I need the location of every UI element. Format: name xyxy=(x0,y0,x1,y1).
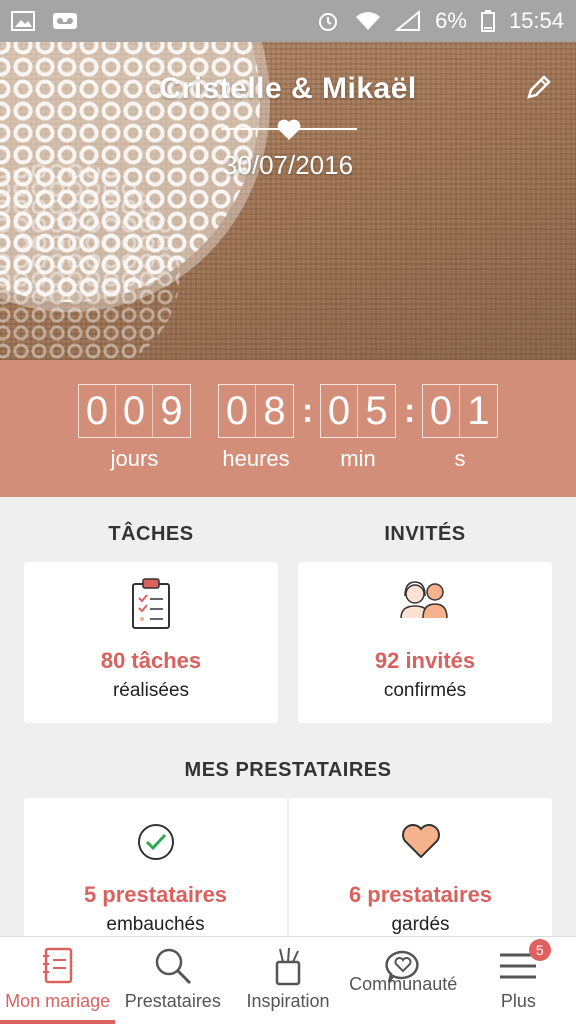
hours-digit-1: 0 xyxy=(219,385,256,437)
notification-badge: 5 xyxy=(528,939,551,961)
days-digit-2: 0 xyxy=(116,385,153,437)
nav-label: Plus xyxy=(500,991,536,1011)
nav-prestataires[interactable]: Prestataires xyxy=(115,937,230,1024)
minutes-digit-2: 5 xyxy=(365,388,388,433)
tasks-card[interactable]: 80 tâches réalisées xyxy=(24,562,278,723)
nav-label: Prestataires xyxy=(124,991,221,1011)
minutes-digits: 0 5 xyxy=(320,384,396,438)
guests-subtitle: confirmés xyxy=(383,680,467,701)
seconds-label: s xyxy=(454,446,466,471)
battery-percent: 6% xyxy=(435,8,467,33)
saved-vendors-count: 6 prestataires xyxy=(348,882,493,907)
wedding-header: Cristelle & Mikaël 30/07/2016 xyxy=(0,42,576,360)
voicemail-icon xyxy=(53,13,77,29)
guests-couple-icon xyxy=(400,581,448,619)
battery-icon xyxy=(480,10,495,32)
days-digit-3: 9 xyxy=(160,388,183,433)
tasks-heading: TÂCHES xyxy=(108,523,194,545)
colon-separator: : xyxy=(302,392,314,430)
clipboard-icon xyxy=(132,578,170,629)
hours-digit-2: 8 xyxy=(263,388,286,433)
hired-vendors-card[interactable]: 5 prestataires embauchés xyxy=(24,798,287,948)
search-icon xyxy=(153,945,193,987)
colon-separator: : xyxy=(404,392,416,430)
vendors-heading: MES PRESTATAIRES xyxy=(184,759,392,781)
signal-icon xyxy=(395,10,421,31)
seconds-digit-2: 1 xyxy=(467,388,490,433)
saved-vendors-subtitle: gardés xyxy=(391,914,450,935)
saved-vendors-card[interactable]: 6 prestataires gardés xyxy=(289,798,552,948)
nav-label: Communauté xyxy=(349,974,458,994)
bottom-navigation: Mon mariage Prestataires Inspiration Com… xyxy=(0,936,576,1024)
nav-label: Mon mariage xyxy=(5,991,111,1011)
edit-pencil-icon[interactable] xyxy=(524,72,554,102)
days-label: jours xyxy=(110,446,159,471)
checkmark-icon xyxy=(137,824,174,860)
heart-saved-icon xyxy=(401,824,440,859)
seconds-digit-1: 0 xyxy=(423,385,460,437)
seconds-digits: 0 1 xyxy=(422,384,498,438)
nav-plus[interactable]: 5 Plus xyxy=(461,937,576,1024)
tasks-count: 80 tâches xyxy=(100,648,202,673)
gallery-icon xyxy=(11,11,35,31)
guests-heading: INVITÉS xyxy=(384,523,466,545)
alarm-icon xyxy=(319,13,338,31)
hired-vendors-count: 5 prestataires xyxy=(83,882,228,907)
countdown-panel: 0 0 9 0 8 : 0 5 : 0 1 jours heures min s xyxy=(0,360,576,497)
nav-communaute[interactable]: Communauté xyxy=(346,937,461,1024)
minutes-digit-1: 0 xyxy=(321,385,358,437)
status-bar: 6% 15:54 xyxy=(0,0,576,42)
heart-icon xyxy=(277,119,301,140)
nav-mon-mariage[interactable]: Mon mariage xyxy=(0,937,116,1024)
nav-label: Inspiration xyxy=(246,991,330,1011)
days-digit-1: 0 xyxy=(79,385,116,437)
days-digits: 0 0 9 xyxy=(78,384,191,438)
notebook-icon xyxy=(41,945,75,987)
wifi-icon xyxy=(356,12,381,30)
minutes-label: min xyxy=(340,446,376,471)
hired-vendors-subtitle: embauchés xyxy=(106,914,205,935)
wedding-date: 30/07/2016 xyxy=(222,150,354,180)
guests-count: 92 invités xyxy=(374,648,476,673)
couple-names: Cristelle & Mikaël xyxy=(159,72,417,105)
clock: 15:54 xyxy=(508,8,564,33)
paint-cup-icon xyxy=(271,945,305,987)
nav-inspiration[interactable]: Inspiration xyxy=(230,937,345,1024)
hours-digits: 0 8 xyxy=(218,384,294,438)
hours-label: heures xyxy=(222,446,290,471)
tasks-subtitle: réalisées xyxy=(112,680,190,701)
guests-card[interactable]: 92 invités confirmés xyxy=(298,562,552,723)
